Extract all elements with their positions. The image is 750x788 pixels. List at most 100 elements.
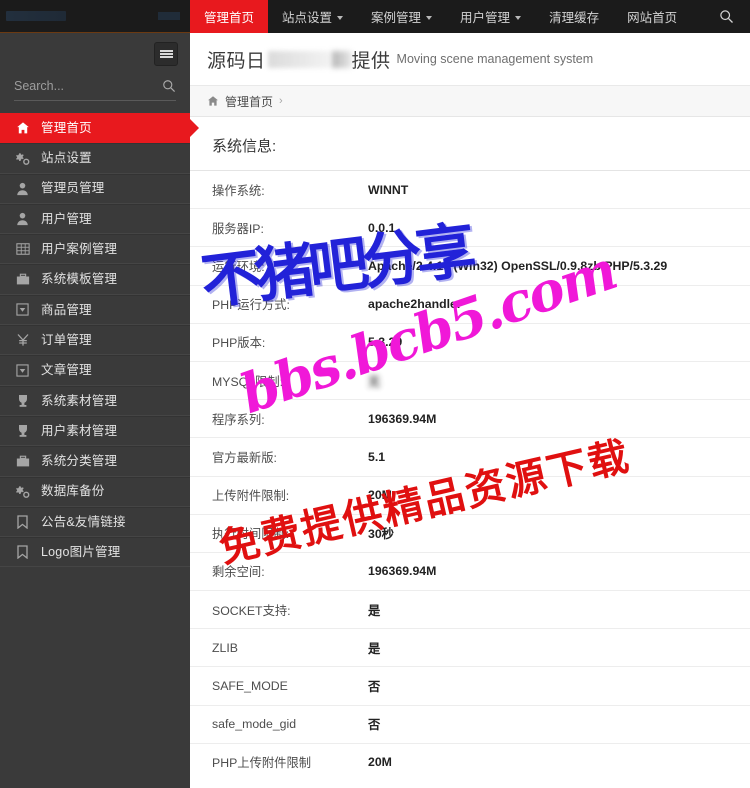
row-value: 否 <box>368 718 381 733</box>
row-value: 30秒 <box>368 527 394 542</box>
table-row: SAFE_MODE 否 <box>190 666 750 705</box>
table-row: SOCKET支持: 是 <box>190 590 750 629</box>
sidebar-item-label: Logo图片管理 <box>41 545 121 560</box>
row-label: 程序系列: <box>212 412 265 427</box>
sidebar-topbar <box>0 0 190 33</box>
row-label: ZLIB <box>212 640 238 655</box>
table-row: ZLIB 是 <box>190 628 750 667</box>
topnav-item-label: 站点设置 <box>282 11 333 25</box>
row-label: SOCKET支持: <box>212 603 291 618</box>
trophy-icon <box>15 393 30 408</box>
gears-icon <box>15 151 30 166</box>
row-value: 196369.94M <box>368 564 437 579</box>
row-value: 196369.94M <box>368 411 437 426</box>
table-row: MYSQL限制: 无 <box>190 361 750 399</box>
user-icon <box>15 212 30 227</box>
user-icon <box>15 181 30 196</box>
topnav-item-case-management[interactable]: 案例管理 <box>357 0 446 33</box>
sidebar-item-logo-management[interactable]: Logo图片管理 <box>0 537 190 568</box>
topnav-search-button[interactable] <box>703 0 750 33</box>
row-value: 0.0.1 <box>368 220 396 235</box>
breadcrumb-label[interactable]: 管理首页 <box>225 93 273 110</box>
sidebar-item-label: 系统分类管理 <box>41 454 118 469</box>
sidebar-item-system-templates[interactable]: 系统模板管理 <box>0 264 190 295</box>
table-row: 剩余空间: 196369.94M <box>190 552 750 590</box>
table-row: 运行环境: Apache/2.4.10 (Win32) OpenSSL/0.9.… <box>190 246 750 285</box>
row-label: SAFE_MODE <box>212 679 288 694</box>
topnav-item-label: 案例管理 <box>371 11 422 25</box>
row-label: 运行环境: <box>212 259 265 274</box>
sidebar-item-order-management[interactable]: 订单管理 <box>0 325 190 356</box>
search-input[interactable] <box>14 79 144 93</box>
search-icon <box>720 10 733 23</box>
system-info-table: 操作系统: WINNT 服务器IP: 0.0.1 运行环境: Apache/2.… <box>190 170 750 781</box>
row-value: 5.1 <box>368 449 386 464</box>
row-label: MYSQL限制: <box>212 374 284 389</box>
briefcase-icon <box>15 272 30 287</box>
table-row: PHP运行方式: apache2handler <box>190 285 750 323</box>
sidebar-item-label: 管理首页 <box>41 120 92 135</box>
sidebar-item-user-cases[interactable]: 用户案例管理 <box>0 234 190 265</box>
topnav-item-user-management[interactable]: 用户管理 <box>446 0 535 33</box>
table-row: safe_mode_gid 否 <box>190 705 750 743</box>
sidebar-item-database-backup[interactable]: 数据库备份 <box>0 476 190 507</box>
admin-dashboard: 管理首页 站点设置 管理员管理 用户管理 <box>0 0 750 788</box>
breadcrumb-separator: › <box>279 95 283 107</box>
row-label: safe_mode_gid <box>212 717 297 732</box>
yen-icon <box>15 333 30 348</box>
sidebar-item-announcements-links[interactable]: 公告&友情链接 <box>0 506 190 538</box>
brand-title-redacted <box>267 50 330 68</box>
row-value: WINNT <box>368 182 409 197</box>
brand-title-suffix: 提供 <box>351 50 391 72</box>
sidebar-toggle-row <box>0 33 190 75</box>
sidebar-item-user-materials[interactable]: 用户素材管理 <box>0 415 190 447</box>
table-row: 操作系统: WINNT <box>190 170 750 209</box>
sidebar-search-row[interactable] <box>14 79 176 101</box>
sidebar-item-product-management[interactable]: 商品管理 <box>0 294 190 326</box>
sidebar-item-label: 订单管理 <box>41 332 92 347</box>
table-row: PHP版本: 5.3.29 <box>190 323 750 361</box>
table-row: 官方最新版: 5.1 <box>190 437 750 476</box>
sidebar-item-site-settings[interactable]: 站点设置 <box>0 143 190 174</box>
content-panel: 系统信息: 操作系统: WINNT 服务器IP: 0.0.1 运行环境: Apa… <box>190 117 750 788</box>
row-label: 执行时间限制: <box>212 527 290 542</box>
row-label: 官方最新版: <box>212 450 277 465</box>
sidebar-item-label: 用户案例管理 <box>41 242 118 257</box>
row-value: 是 <box>368 603 381 618</box>
chevron-down-icon <box>515 15 522 20</box>
table-row: 服务器IP: 0.0.1 <box>190 208 750 247</box>
row-label: 上传附件限制: <box>212 489 290 504</box>
row-label: 服务器IP: <box>212 221 264 236</box>
row-value: 无 <box>368 374 381 389</box>
sidebar-item-admin-management[interactable]: 管理员管理 <box>0 173 190 204</box>
table-row: PHP上传附件限制 20M <box>190 743 750 781</box>
row-value: 5.3.29 <box>368 335 403 350</box>
browser-chrome-placeholder-right <box>158 12 180 20</box>
hamburger-icon[interactable] <box>154 42 178 66</box>
row-label: PHP版本: <box>212 336 266 351</box>
gears-icon <box>15 484 30 499</box>
sidebar-item-label: 文章管理 <box>41 363 92 378</box>
sidebar-item-system-materials[interactable]: 系统素材管理 <box>0 385 190 416</box>
page-title: 系统信息: <box>212 138 277 155</box>
sidebar-item-label: 公告&友情链接 <box>41 514 126 529</box>
topnav-item-site-settings[interactable]: 站点设置 <box>268 0 357 33</box>
brand-title-prefix: 源码日 <box>207 50 266 72</box>
topnav-item-label: 管理首页 <box>204 11 255 25</box>
sidebar-item-dashboard[interactable]: 管理首页 <box>0 113 190 144</box>
home-icon <box>208 96 218 106</box>
sidebar-item-article-management[interactable]: 文章管理 <box>0 355 190 386</box>
sidebar-item-label: 系统素材管理 <box>41 393 118 408</box>
topnav-item-label: 用户管理 <box>460 11 511 25</box>
row-value: apache2handler <box>368 297 462 312</box>
topnav-item-website-home[interactable]: 网站首页 <box>613 0 691 33</box>
sidebar-item-user-management[interactable]: 用户管理 <box>0 203 190 235</box>
sidebar-item-label: 商品管理 <box>41 302 92 317</box>
row-label: 剩余空间: <box>212 565 265 580</box>
sidebar-item-system-categories[interactable]: 系统分类管理 <box>0 446 190 477</box>
row-value: 20M <box>368 488 392 503</box>
topnav-item-dashboard[interactable]: 管理首页 <box>190 0 269 33</box>
row-label: PHP上传附件限制 <box>212 756 312 771</box>
breadcrumb: 管理首页 › <box>190 85 750 117</box>
topnav-item-clear-cache[interactable]: 清理缓存 <box>535 0 613 33</box>
